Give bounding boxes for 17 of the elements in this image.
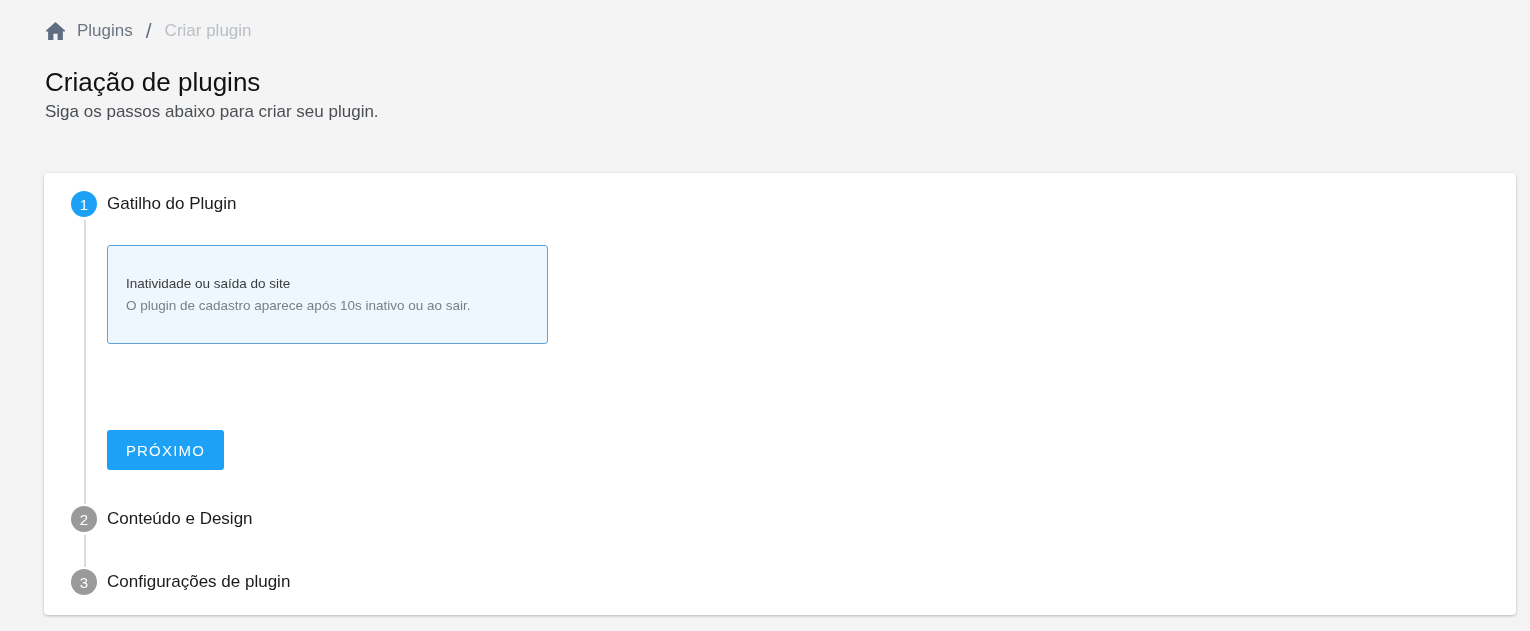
step-connector-line (84, 535, 86, 567)
trigger-option-card[interactable]: Inatividade ou saída do site O plugin de cadastro aparece após 10s inativo ou ao sair. (107, 245, 548, 344)
page-subtitle: Siga os passos abaixo para criar seu plugin. (45, 101, 380, 123)
breadcrumb-separator: / (145, 19, 152, 43)
step-label[interactable]: Configurações de plugin (107, 572, 291, 592)
breadcrumb-link[interactable]: Plugins (77, 21, 133, 41)
page-title: Criação de plugins (45, 66, 262, 98)
step-label[interactable]: Gatilho do Plugin (107, 194, 237, 214)
step-number[interactable]: 1 (71, 191, 97, 217)
step-number[interactable]: 2 (71, 506, 97, 532)
next-button[interactable]: PRÓXIMO (107, 430, 224, 470)
step-number[interactable]: 3 (71, 569, 97, 595)
option-description: O plugin de cadastro aparece após 10s inativo ou ao sair. (126, 297, 472, 315)
home-icon[interactable] (46, 22, 65, 40)
breadcrumb-current: Criar plugin (164, 21, 252, 41)
step-label[interactable]: Conteúdo e Design (107, 509, 253, 529)
option-title: Inatividade ou saída do site (126, 275, 292, 293)
